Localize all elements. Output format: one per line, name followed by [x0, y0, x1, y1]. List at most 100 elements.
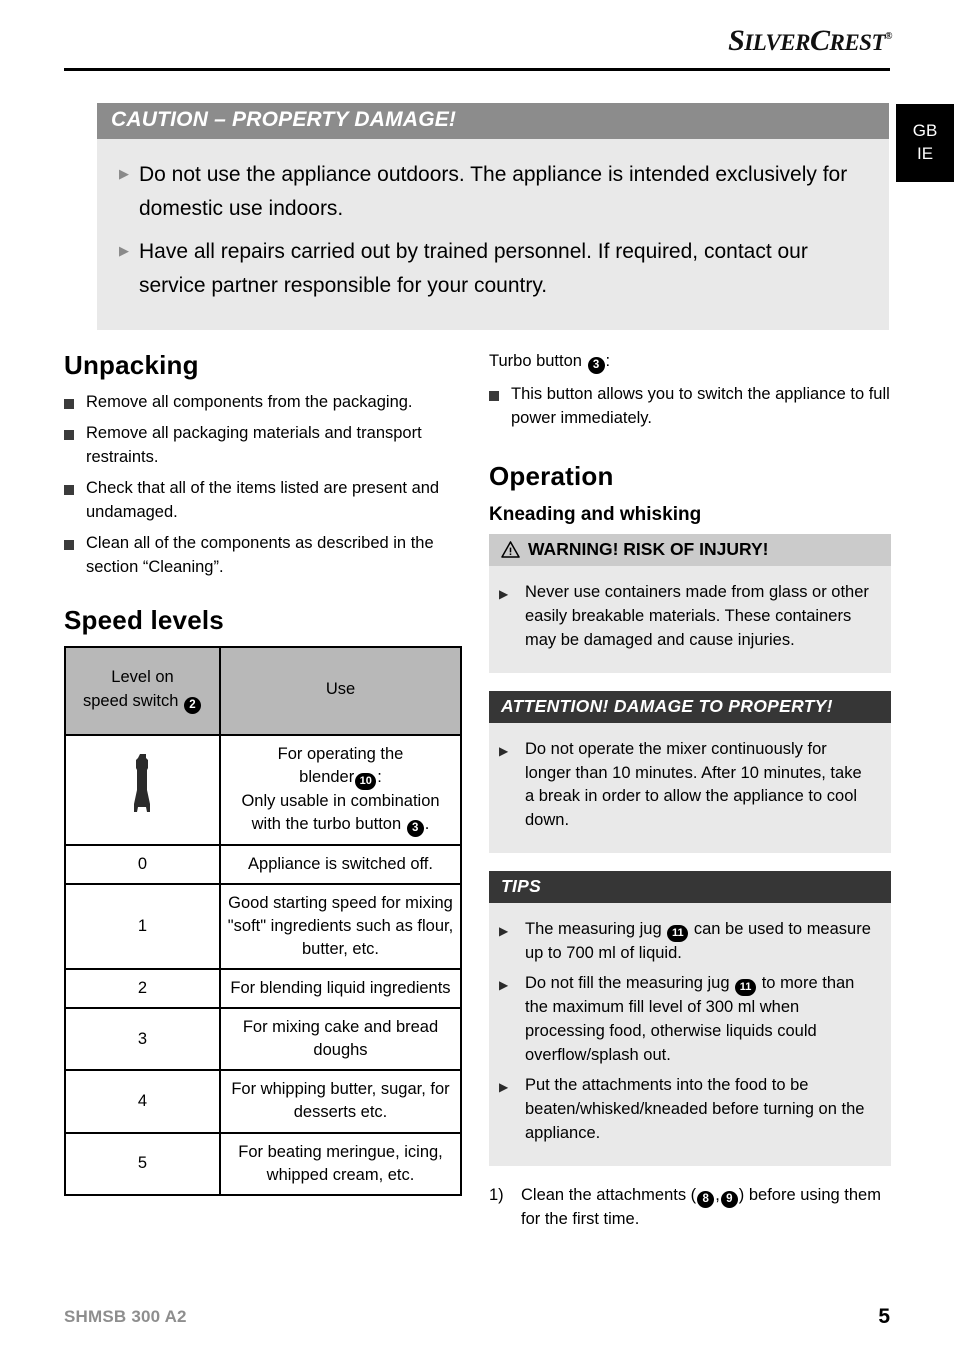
table-cell-use: For beating meringue, icing, whipped cre…	[219, 1131, 462, 1196]
turbo-button-label: Turbo button 3:	[489, 350, 891, 374]
table-cell-level: 0	[64, 843, 221, 885]
table-header-level-line1: Level on	[111, 668, 174, 687]
arrow-bullet-icon: ▶	[499, 743, 509, 758]
tips-item: ▶ Do not fill the measuring jug 11 to mo…	[499, 972, 875, 1068]
unpacking-item: Remove all components from the packaging…	[64, 391, 464, 415]
reference-badge: 8	[697, 1190, 715, 1208]
tips-item: ▶ Put the attachments into the food to b…	[499, 1074, 875, 1146]
square-bullet-icon	[64, 422, 86, 440]
arrow-bullet-icon: ▶	[119, 166, 129, 181]
step-item: 1) Clean the attachments (8, 9) before us…	[489, 1184, 891, 1232]
registered-trademark-icon: ®	[885, 31, 892, 42]
table-row: For operating the blender 10: Only usable…	[64, 733, 462, 846]
caution-box-heading: CAUTION – PROPERTY DAMAGE!	[97, 103, 889, 139]
unpacking-item: Clean all of the components as described…	[64, 532, 464, 580]
step-number: 1)	[489, 1185, 504, 1204]
warning-box-body: ▶ Never use containers made from glass o…	[489, 565, 891, 673]
table-row: 0 Appliance is switched off.	[64, 843, 462, 885]
speed-levels-heading: Speed levels	[64, 605, 224, 636]
tips-box-body: ▶ The measuring jug 11 can be used to me…	[489, 903, 891, 1166]
square-bullet-icon	[64, 532, 86, 550]
use-line-4: with the turbo button 3.	[252, 815, 429, 837]
tips-item-text: Put the attachments into the food to be …	[525, 1075, 865, 1142]
unpacking-item-text: Check that all of the items listed are p…	[86, 478, 440, 521]
square-bullet-icon	[489, 383, 511, 401]
table-cell-level: 1	[64, 882, 221, 971]
table-row: 3 For mixing cake and bread doughs	[64, 1007, 462, 1072]
arrow-bullet-icon: ▶	[499, 978, 509, 993]
caution-box: CAUTION – PROPERTY DAMAGE! ▶ Do not use …	[97, 103, 889, 331]
table-header-level: Level on speed switch 2	[64, 646, 221, 736]
unpacking-item-text: Remove all components from the packaging…	[86, 393, 413, 411]
table-header-row: Level on speed switch 2 Use	[64, 646, 462, 736]
table-cell-level: 5	[64, 1131, 221, 1196]
logo-letter-c: C	[809, 24, 830, 57]
arrow-bullet-icon: ▶	[499, 586, 509, 601]
blender-wand-icon	[133, 754, 150, 813]
reference-badge: 11	[735, 979, 757, 997]
table-row: 2 For blending liquid ingredients	[64, 968, 462, 1010]
turbo-label-colon: :	[605, 352, 611, 370]
attention-box: ATTENTION! DAMAGE TO PROPERTY! ▶ Do not …	[489, 690, 891, 854]
reference-badge: 9	[720, 1190, 738, 1208]
caution-box-body: ▶ Do not use the appliance outdoors. The…	[97, 139, 889, 303]
table-cell-level: 3	[64, 1007, 221, 1072]
reference-badge: 3	[406, 819, 424, 837]
logo-text-rest: REST	[829, 30, 886, 55]
table-cell-use: Appliance is switched off.	[219, 843, 462, 885]
table-cell-level: 4	[64, 1069, 221, 1134]
table-cell-use-blender: For operating the blender 10: Only usable…	[219, 733, 462, 846]
attention-box-heading: ATTENTION! DAMAGE TO PROPERTY!	[489, 690, 891, 723]
warning-triangle-icon	[501, 541, 520, 558]
page: SILVERCREST® GB IE CAUTION – PROPERTY DA…	[0, 0, 954, 1355]
unpacking-item-text: Clean all of the components as described…	[86, 533, 434, 576]
language-tab-ie: IE	[916, 144, 934, 163]
right-column: Turbo button 3: This button allows you t…	[489, 350, 891, 1232]
header-rule	[64, 68, 890, 71]
kneading-whisking-subheading: Kneading and whisking	[489, 503, 702, 525]
warning-item: ▶ Never use containers made from glass o…	[499, 581, 875, 653]
reference-badge: 11	[667, 925, 689, 943]
step-text-separator: ,	[715, 1185, 720, 1204]
tips-item-before: The measuring jug	[525, 920, 662, 939]
logo-letter-s: S	[728, 24, 745, 57]
arrow-bullet-icon: ▶	[499, 924, 509, 939]
step-text-before: Clean the attachments (	[521, 1185, 697, 1204]
speed-levels-table: Level on speed switch 2 Use For operatin…	[64, 646, 462, 1196]
turbo-label-text: Turbo button	[489, 352, 582, 370]
warning-box: WARNING! RISK OF INJURY! ▶ Never use con…	[489, 533, 891, 673]
table-cell-use: For mixing cake and bread doughs	[219, 1007, 462, 1072]
table-row: 4 For whipping butter, sugar, for desser…	[64, 1069, 462, 1134]
footer-model-code: SHMSB 300 A2	[64, 1307, 187, 1326]
table-cell-use: For blending liquid ingredients	[219, 968, 462, 1010]
use-line-1: For operating the	[277, 744, 404, 763]
language-tab: GB IE	[896, 104, 954, 182]
caution-item: ▶ Do not use the appliance outdoors. The…	[119, 158, 863, 226]
footer-page-number: 5	[878, 1305, 890, 1328]
language-tab-gb: GB	[912, 121, 938, 141]
operation-heading: Operation	[489, 460, 614, 491]
tips-box-heading: TIPS	[489, 871, 891, 904]
warning-box-heading-text: WARNING! RISK OF INJURY!	[528, 538, 769, 559]
table-cell-use: For whipping butter, sugar, for desserts…	[219, 1069, 462, 1134]
turbo-item: This button allows you to switch the app…	[489, 383, 891, 431]
table-row: 1 Good starting speed for mixing "soft" …	[64, 882, 462, 971]
table-cell-use: Good starting speed for mixing "soft" in…	[219, 882, 462, 971]
tips-item-before: Do not fill the measuring jug	[525, 974, 730, 993]
square-bullet-icon	[64, 391, 86, 409]
tips-item: ▶ The measuring jug 11 can be used to me…	[499, 918, 875, 966]
unpacking-item-text: Remove all packaging materials and trans…	[86, 423, 422, 466]
caution-item-text: Have all repairs carried out by trained …	[139, 240, 808, 298]
table-cell-level: 2	[64, 968, 221, 1010]
warning-item-text: Never use containers made from glass or …	[525, 582, 869, 649]
arrow-bullet-icon: ▶	[499, 1079, 509, 1094]
reference-badge: 2	[183, 696, 201, 714]
attention-item: ▶ Do not operate the mixer continuously …	[499, 738, 875, 834]
reference-badge: 3	[587, 357, 605, 374]
tips-item-text: Do not fill the measuring jug 11 to more…	[525, 972, 875, 1068]
tips-box: TIPS ▶ The measuring jug 11 can be used …	[489, 871, 891, 1166]
reference-badge: 10	[355, 772, 377, 790]
unpacking-item: Check that all of the items listed are p…	[64, 477, 464, 525]
table-header-level-line2: speed switch	[83, 691, 179, 710]
warning-box-heading: WARNING! RISK OF INJURY!	[489, 533, 891, 566]
